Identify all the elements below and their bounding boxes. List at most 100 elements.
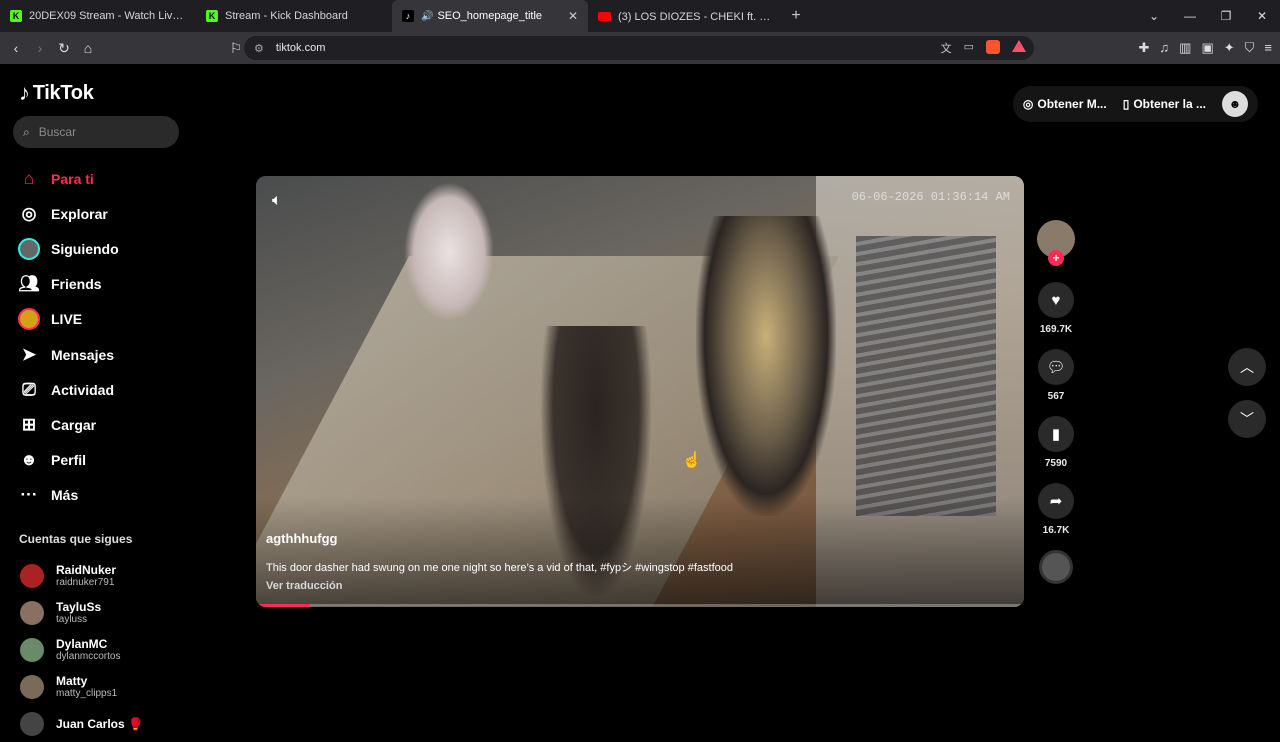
tab-tiktok[interactable]: ♪ 🔊 SEO_homepage_title ✕: [392, 0, 588, 32]
nav-item-para-ti[interactable]: ⌂ Para ti: [18, 161, 119, 196]
nav-item-friends[interactable]: 👥︎ Friends: [18, 267, 119, 302]
video-player[interactable]: 🔈︎ 06-06-2026 01:36:14 AM agthhhufgg Thi…: [256, 176, 1024, 607]
live-avatar-wrap: [18, 308, 40, 331]
account-name: Juan Carlos 🥊: [56, 716, 143, 731]
tab-youtube[interactable]: (3) LOS DIOZES - CHEKI ft. XOKAS 🧊: [588, 0, 784, 32]
vpn-icon[interactable]: ⛉: [1245, 40, 1255, 56]
chevron-down-icon[interactable]: ﹀: [1228, 400, 1266, 438]
minimize-icon[interactable]: —: [1172, 9, 1208, 23]
search-icon: ⌕: [23, 124, 30, 139]
live-avatar: [18, 308, 40, 331]
music-disc-icon[interactable]: [1039, 550, 1073, 584]
following-list: RaidNuker raidnuker791 TayluSs tayluss Dyl…: [20, 557, 143, 742]
phone-icon: ▯: [1122, 97, 1130, 111]
tiktok-logo[interactable]: ♪ TikTok: [19, 80, 94, 106]
like-count: 169.7K: [1039, 324, 1073, 335]
translate-icon[interactable]: 文: [941, 40, 952, 56]
account-handle: matty_clipps1: [56, 688, 118, 699]
creator-avatar[interactable]: +: [1037, 220, 1075, 266]
reload-icon[interactable]: ↻: [52, 40, 76, 57]
send-icon: ➤: [21, 344, 37, 364]
followed-account[interactable]: Juan Carlos 🥊: [20, 705, 143, 742]
video-progress-bar[interactable]: [256, 604, 1024, 607]
nav-item-actividad[interactable]: ⎚ Actividad: [18, 372, 119, 407]
account-handle: raidnuker791: [56, 577, 115, 588]
wallet-icon[interactable]: ▣: [1201, 40, 1213, 56]
site-settings-icon[interactable]: ⚙: [254, 42, 264, 55]
account-avatar: [20, 674, 44, 699]
profile-icon: ☻: [20, 450, 38, 470]
nav-label: Mensajes: [51, 346, 115, 363]
get-app2-label: Obtener la ...: [1133, 97, 1206, 111]
sidebar-nav: ⌂ Para ti ◎ Explorar Siguiendo 👥︎ Friend…: [18, 161, 119, 513]
forward-icon[interactable]: ›: [28, 40, 52, 56]
heart-icon: ♥: [1038, 282, 1074, 318]
video-actions: + ♥ 169.7K 💬︎ 567 ▮ 7590 ➦ 16.7K: [1036, 220, 1076, 584]
translate-link[interactable]: Ver traducción: [266, 580, 342, 592]
tab-title: Stream - Kick Dashboard: [225, 10, 348, 22]
close-window-icon[interactable]: ✕: [1244, 9, 1280, 23]
tiktok-page: ♪ TikTok ⌕ Buscar ⌂ Para ti ◎ Explorar S…: [0, 64, 1280, 736]
tiktok-icon: ♪: [402, 10, 414, 22]
cast-icon[interactable]: ▭: [964, 40, 974, 56]
video-shelf: [856, 236, 996, 516]
account-avatar: [20, 600, 44, 625]
extensions-icon[interactable]: ✚: [1138, 40, 1149, 56]
volume-icon[interactable]: 🔈︎: [272, 192, 282, 210]
back-icon[interactable]: ‹: [4, 40, 28, 56]
maximize-icon[interactable]: ❐: [1208, 9, 1244, 23]
comment-action[interactable]: 💬︎ 567: [1036, 349, 1076, 402]
nav-item-mas[interactable]: ··· Más: [18, 478, 119, 513]
leo-icon[interactable]: ✦: [1224, 40, 1235, 56]
more-icon: ···: [20, 485, 38, 505]
nav-label: Perfil: [51, 452, 87, 469]
user-avatar-icon[interactable]: ☻: [1222, 91, 1248, 117]
video-author[interactable]: agthhhufgg: [266, 531, 337, 546]
sidebar-icon[interactable]: ▥: [1179, 40, 1191, 56]
home-page-icon[interactable]: ⌂: [76, 40, 100, 56]
tab-kick-dashboard[interactable]: K Stream - Kick Dashboard: [196, 0, 392, 32]
bookmark-icon: ▮: [1038, 416, 1074, 452]
get-app-button[interactable]: ◎ Obtener M...: [1023, 97, 1107, 111]
nav-item-siguiendo[interactable]: Siguiendo: [18, 231, 119, 266]
tab-kick-stream[interactable]: K 20DEX09 Stream - Watch Live on Kick: [0, 0, 196, 32]
save-action[interactable]: ▮ 7590: [1036, 416, 1076, 469]
nav-item-cargar[interactable]: ⊞ Cargar: [18, 407, 119, 442]
close-tab-icon[interactable]: ✕: [568, 9, 578, 23]
account-avatar: [20, 711, 44, 736]
get-app-mobile-button[interactable]: ▯ Obtener la ...: [1123, 97, 1206, 111]
share-action[interactable]: ➦ 16.7K: [1036, 483, 1076, 536]
tab-search-icon[interactable]: ⌄: [1136, 9, 1172, 23]
brave-rewards-icon[interactable]: [1012, 40, 1026, 52]
home-icon: ⌂: [23, 168, 35, 188]
comment-count: 567: [1047, 391, 1065, 402]
share-count: 16.7K: [1042, 525, 1070, 536]
menu-icon[interactable]: ≡: [1264, 40, 1272, 56]
followed-account[interactable]: Matty matty_clipps1: [20, 668, 143, 705]
nav-label: Friends: [51, 276, 102, 293]
speaker-icon[interactable]: 🔊: [421, 11, 433, 22]
like-action[interactable]: ♥ 169.7K: [1036, 282, 1076, 335]
brave-shields-icon[interactable]: [986, 40, 1000, 54]
nav-item-live[interactable]: LIVE: [18, 302, 119, 337]
media-icon[interactable]: ♫: [1159, 40, 1169, 56]
address-bar[interactable]: ⚙ tiktok.com 文 ▭: [244, 36, 1034, 60]
account-name: TayluSs: [56, 600, 102, 614]
save-count: 7590: [1044, 458, 1068, 469]
nav-item-perfil[interactable]: ☻ Perfil: [18, 443, 119, 478]
youtube-icon: [598, 11, 611, 21]
search-input[interactable]: ⌕ Buscar: [13, 116, 179, 148]
followed-account[interactable]: TayluSs tayluss: [20, 594, 143, 631]
address-bar-actions: 文 ▭: [941, 40, 1026, 56]
new-tab-button[interactable]: +: [784, 7, 808, 25]
followed-account[interactable]: RaidNuker raidnuker791: [20, 557, 143, 594]
video-figure: [404, 182, 494, 322]
activity-icon: ⎚: [22, 379, 36, 399]
follow-plus-icon[interactable]: +: [1048, 250, 1064, 266]
nav-item-explorar[interactable]: ◎ Explorar: [18, 196, 119, 231]
nav-label: Explorar: [51, 205, 108, 222]
get-app-label: Obtener M...: [1037, 97, 1107, 111]
nav-item-mensajes[interactable]: ➤ Mensajes: [18, 337, 119, 372]
followed-account[interactable]: DylanMC dylanmccortos: [20, 631, 143, 668]
chevron-up-icon[interactable]: ︿: [1228, 348, 1266, 386]
